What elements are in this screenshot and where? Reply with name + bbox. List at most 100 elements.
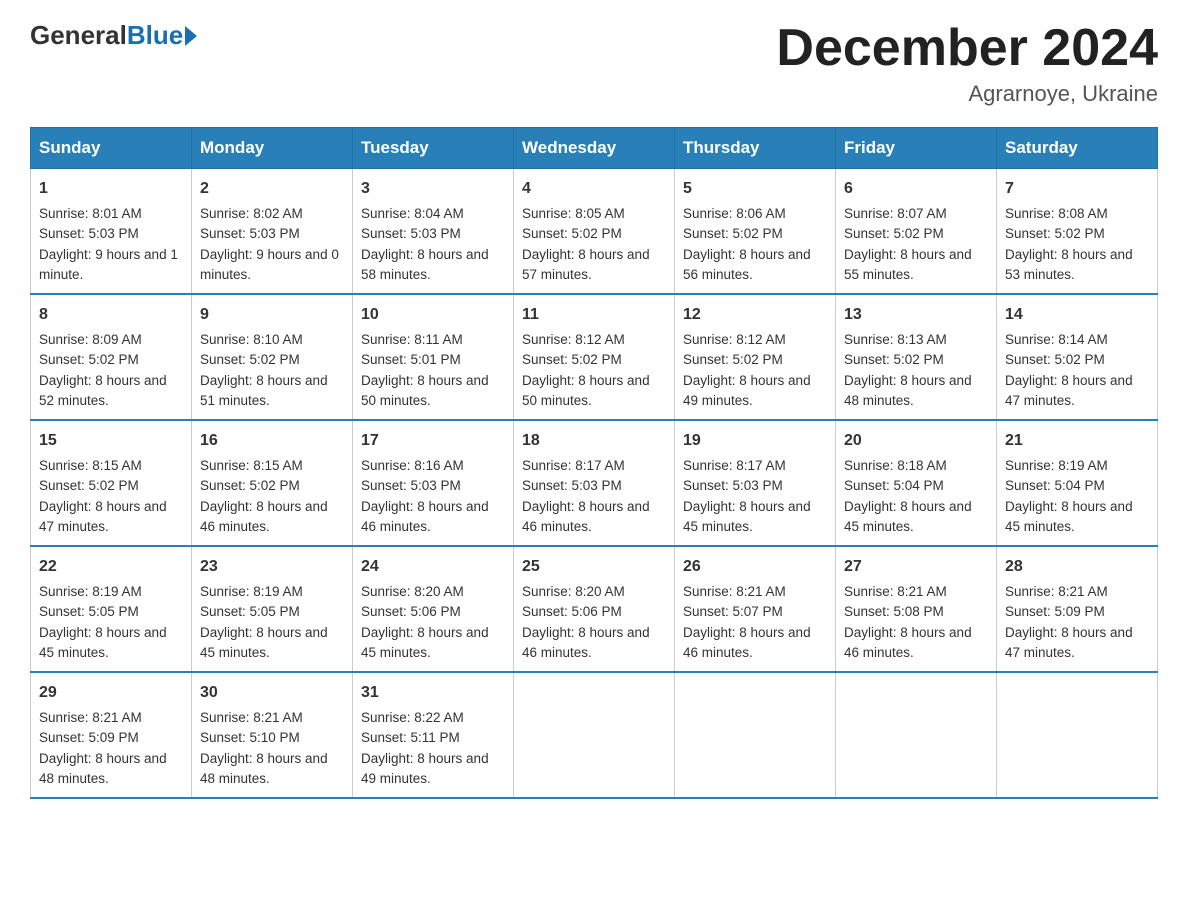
sunrise-text: Sunrise: 8:05 AM bbox=[522, 206, 625, 221]
calendar-table: SundayMondayTuesdayWednesdayThursdayFrid… bbox=[30, 127, 1158, 799]
sunrise-text: Sunrise: 8:06 AM bbox=[683, 206, 786, 221]
calendar-cell: 28 Sunrise: 8:21 AM Sunset: 5:09 PM Dayl… bbox=[997, 546, 1158, 672]
sunrise-text: Sunrise: 8:09 AM bbox=[39, 332, 142, 347]
sunrise-text: Sunrise: 8:21 AM bbox=[683, 584, 786, 599]
sunrise-text: Sunrise: 8:15 AM bbox=[200, 458, 303, 473]
sunset-text: Sunset: 5:02 PM bbox=[39, 478, 139, 493]
calendar-cell: 14 Sunrise: 8:14 AM Sunset: 5:02 PM Dayl… bbox=[997, 294, 1158, 420]
calendar-cell: 16 Sunrise: 8:15 AM Sunset: 5:02 PM Dayl… bbox=[192, 420, 353, 546]
sunrise-text: Sunrise: 8:21 AM bbox=[39, 710, 142, 725]
sunset-text: Sunset: 5:03 PM bbox=[361, 226, 461, 241]
calendar-cell bbox=[836, 672, 997, 798]
day-number: 18 bbox=[522, 429, 666, 453]
sunset-text: Sunset: 5:05 PM bbox=[39, 604, 139, 619]
calendar-cell: 31 Sunrise: 8:22 AM Sunset: 5:11 PM Dayl… bbox=[353, 672, 514, 798]
location-text: Agrarnoye, Ukraine bbox=[776, 81, 1158, 107]
day-number: 27 bbox=[844, 555, 988, 579]
page-header: General Blue December 2024 Agrarnoye, Uk… bbox=[30, 20, 1158, 107]
sunrise-text: Sunrise: 8:17 AM bbox=[522, 458, 625, 473]
daylight-text: Daylight: 8 hours and 45 minutes. bbox=[683, 499, 811, 534]
day-number: 15 bbox=[39, 429, 183, 453]
daylight-text: Daylight: 8 hours and 56 minutes. bbox=[683, 247, 811, 282]
day-number: 12 bbox=[683, 303, 827, 327]
day-number: 14 bbox=[1005, 303, 1149, 327]
weekday-header-saturday: Saturday bbox=[997, 128, 1158, 169]
calendar-cell: 20 Sunrise: 8:18 AM Sunset: 5:04 PM Dayl… bbox=[836, 420, 997, 546]
sunset-text: Sunset: 5:03 PM bbox=[683, 478, 783, 493]
calendar-cell: 15 Sunrise: 8:15 AM Sunset: 5:02 PM Dayl… bbox=[31, 420, 192, 546]
calendar-cell bbox=[997, 672, 1158, 798]
calendar-cell: 24 Sunrise: 8:20 AM Sunset: 5:06 PM Dayl… bbox=[353, 546, 514, 672]
calendar-cell: 21 Sunrise: 8:19 AM Sunset: 5:04 PM Dayl… bbox=[997, 420, 1158, 546]
daylight-text: Daylight: 8 hours and 50 minutes. bbox=[522, 373, 650, 408]
sunrise-text: Sunrise: 8:21 AM bbox=[200, 710, 303, 725]
day-number: 28 bbox=[1005, 555, 1149, 579]
daylight-text: Daylight: 8 hours and 47 minutes. bbox=[39, 499, 167, 534]
daylight-text: Daylight: 8 hours and 45 minutes. bbox=[200, 625, 328, 660]
sunset-text: Sunset: 5:08 PM bbox=[844, 604, 944, 619]
daylight-text: Daylight: 8 hours and 55 minutes. bbox=[844, 247, 972, 282]
sunrise-text: Sunrise: 8:21 AM bbox=[1005, 584, 1108, 599]
day-number: 31 bbox=[361, 681, 505, 705]
calendar-cell: 26 Sunrise: 8:21 AM Sunset: 5:07 PM Dayl… bbox=[675, 546, 836, 672]
day-number: 6 bbox=[844, 177, 988, 201]
weekday-header-thursday: Thursday bbox=[675, 128, 836, 169]
sunrise-text: Sunrise: 8:22 AM bbox=[361, 710, 464, 725]
weekday-header-sunday: Sunday bbox=[31, 128, 192, 169]
calendar-cell: 4 Sunrise: 8:05 AM Sunset: 5:02 PM Dayli… bbox=[514, 169, 675, 295]
sunrise-text: Sunrise: 8:11 AM bbox=[361, 332, 463, 347]
daylight-text: Daylight: 8 hours and 48 minutes. bbox=[39, 751, 167, 786]
calendar-cell: 1 Sunrise: 8:01 AM Sunset: 5:03 PM Dayli… bbox=[31, 169, 192, 295]
calendar-header: SundayMondayTuesdayWednesdayThursdayFrid… bbox=[31, 128, 1158, 169]
day-number: 19 bbox=[683, 429, 827, 453]
day-number: 4 bbox=[522, 177, 666, 201]
logo-blue-part: Blue bbox=[127, 20, 197, 51]
calendar-cell: 13 Sunrise: 8:13 AM Sunset: 5:02 PM Dayl… bbox=[836, 294, 997, 420]
calendar-cell: 11 Sunrise: 8:12 AM Sunset: 5:02 PM Dayl… bbox=[514, 294, 675, 420]
day-number: 22 bbox=[39, 555, 183, 579]
sunrise-text: Sunrise: 8:20 AM bbox=[361, 584, 464, 599]
sunrise-text: Sunrise: 8:12 AM bbox=[683, 332, 786, 347]
sunset-text: Sunset: 5:03 PM bbox=[200, 226, 300, 241]
calendar-cell: 3 Sunrise: 8:04 AM Sunset: 5:03 PM Dayli… bbox=[353, 169, 514, 295]
sunset-text: Sunset: 5:02 PM bbox=[844, 352, 944, 367]
day-number: 13 bbox=[844, 303, 988, 327]
month-title: December 2024 bbox=[776, 20, 1158, 77]
day-number: 21 bbox=[1005, 429, 1149, 453]
daylight-text: Daylight: 8 hours and 45 minutes. bbox=[1005, 499, 1133, 534]
daylight-text: Daylight: 9 hours and 0 minutes. bbox=[200, 247, 339, 282]
day-number: 1 bbox=[39, 177, 183, 201]
daylight-text: Daylight: 8 hours and 45 minutes. bbox=[361, 625, 489, 660]
weekday-header-wednesday: Wednesday bbox=[514, 128, 675, 169]
sunset-text: Sunset: 5:09 PM bbox=[39, 730, 139, 745]
calendar-cell bbox=[514, 672, 675, 798]
daylight-text: Daylight: 8 hours and 48 minutes. bbox=[844, 373, 972, 408]
daylight-text: Daylight: 8 hours and 48 minutes. bbox=[200, 751, 328, 786]
calendar-cell: 9 Sunrise: 8:10 AM Sunset: 5:02 PM Dayli… bbox=[192, 294, 353, 420]
logo: General Blue bbox=[30, 20, 197, 51]
sunset-text: Sunset: 5:07 PM bbox=[683, 604, 783, 619]
day-number: 9 bbox=[200, 303, 344, 327]
sunrise-text: Sunrise: 8:07 AM bbox=[844, 206, 947, 221]
daylight-text: Daylight: 8 hours and 53 minutes. bbox=[1005, 247, 1133, 282]
daylight-text: Daylight: 8 hours and 47 minutes. bbox=[1005, 373, 1133, 408]
calendar-cell: 18 Sunrise: 8:17 AM Sunset: 5:03 PM Dayl… bbox=[514, 420, 675, 546]
calendar-week-row: 8 Sunrise: 8:09 AM Sunset: 5:02 PM Dayli… bbox=[31, 294, 1158, 420]
daylight-text: Daylight: 8 hours and 46 minutes. bbox=[200, 499, 328, 534]
sunset-text: Sunset: 5:03 PM bbox=[522, 478, 622, 493]
sunrise-text: Sunrise: 8:01 AM bbox=[39, 206, 142, 221]
calendar-cell: 22 Sunrise: 8:19 AM Sunset: 5:05 PM Dayl… bbox=[31, 546, 192, 672]
calendar-cell: 12 Sunrise: 8:12 AM Sunset: 5:02 PM Dayl… bbox=[675, 294, 836, 420]
sunset-text: Sunset: 5:02 PM bbox=[200, 352, 300, 367]
daylight-text: Daylight: 8 hours and 57 minutes. bbox=[522, 247, 650, 282]
logo-triangle-icon bbox=[185, 26, 197, 46]
sunset-text: Sunset: 5:02 PM bbox=[683, 226, 783, 241]
sunrise-text: Sunrise: 8:15 AM bbox=[39, 458, 142, 473]
day-number: 10 bbox=[361, 303, 505, 327]
daylight-text: Daylight: 8 hours and 46 minutes. bbox=[361, 499, 489, 534]
sunset-text: Sunset: 5:09 PM bbox=[1005, 604, 1105, 619]
daylight-text: Daylight: 9 hours and 1 minute. bbox=[39, 247, 178, 282]
sunset-text: Sunset: 5:05 PM bbox=[200, 604, 300, 619]
calendar-cell: 30 Sunrise: 8:21 AM Sunset: 5:10 PM Dayl… bbox=[192, 672, 353, 798]
daylight-text: Daylight: 8 hours and 58 minutes. bbox=[361, 247, 489, 282]
